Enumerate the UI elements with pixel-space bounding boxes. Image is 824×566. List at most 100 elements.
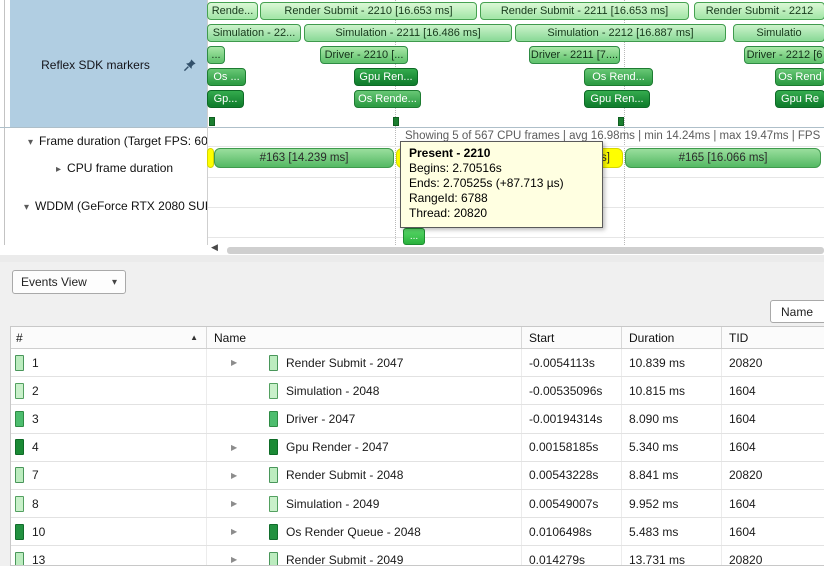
timeline-marker-bar[interactable]: Simulation - 2211 [16.486 ms] [304,24,512,42]
frame-tick-mark[interactable] [393,117,399,126]
column-header-num[interactable]: # ▲ [11,327,206,348]
frame-tick-mark[interactable] [618,117,624,126]
column-header-name[interactable]: Name [206,327,521,348]
timeline-marker-bar[interactable]: ... [207,46,225,64]
tid-value: 1604 [722,525,756,539]
tree-item-cpu-frame-duration[interactable]: ▸CPU frame duration [56,161,173,175]
timeline-marker-bar[interactable]: Render Submit - 2212 [694,2,824,20]
row-number: 4 [32,440,39,454]
timeline-marker-bar[interactable]: Simulation - 22... [207,24,301,42]
cell-duration: 8.841 ms [621,462,721,489]
start-value: 0.014279s [522,553,585,566]
timeline-marker-bar[interactable]: Driver - 2212 [6 [744,46,824,64]
profiler-window: Rende...Render Submit - 2210 [16.653 ms]… [0,0,824,566]
expander-icon[interactable]: ▶ [231,443,241,452]
timeline-marker-bar[interactable]: Simulatio [733,24,824,42]
cell-tid: 1604 [721,434,824,461]
row-number: 8 [32,497,39,511]
color-swatch [15,439,24,455]
cpu-frame-bar[interactable] [207,148,214,168]
timeline-row-tree: ▾Frame duration (Target FPS: 60 ▸CPU fra… [10,128,207,245]
cell-num: 3 [11,405,206,432]
timeline-marker-bar[interactable]: Render Submit - 2211 [16.653 ms] [480,2,689,20]
event-name: Os Render Queue - 2048 [286,525,421,539]
events-table: # ▲ Name Start Duration TID 1 ▶ Render Sub… [10,326,824,566]
splitter-band [0,255,824,262]
chevron-right-icon[interactable]: ▸ [56,164,61,175]
color-swatch [15,552,24,566]
timeline-marker-bar[interactable]: Rende... [207,2,258,20]
table-row[interactable]: 10▶Os Render Queue - 20480.0106498s5.483… [11,518,824,546]
cell-tid: 1604 [721,405,824,432]
events-view-label: Events View [21,275,87,289]
timeline-marker-bar[interactable]: Gp... [207,90,244,108]
column-header-duration[interactable]: Duration [621,327,721,348]
timeline-marker-bar[interactable]: Gpu Ren... [584,90,650,108]
timeline-marker-bar[interactable]: Os Rende... [354,90,421,108]
section-separator [0,127,824,128]
row-number: 1 [32,356,39,370]
cell-tid: 1604 [721,377,824,404]
cell-num: 13 [11,546,206,566]
events-table-body: 1 ▶ Render Submit - 2047 -0.0054113s 10.839 … [11,349,824,566]
cell-start: -0.00535096s [521,377,621,404]
expander-icon[interactable]: ▶ [231,499,241,508]
row-number: 7 [32,468,39,482]
expander-icon[interactable]: ▶ [231,555,241,564]
expander-icon[interactable]: ▶ [231,527,241,536]
timeline-marker-bar[interactable]: Simulation - 2212 [16.887 ms] [515,24,726,42]
start-value: 0.00543228s [522,468,598,482]
table-row[interactable]: 3▶Driver - 2047-0.00194314s8.090 ms1604 [11,405,824,433]
color-swatch [15,496,24,512]
table-row[interactable]: 13▶Render Submit - 20490.014279s13.731 m… [11,546,824,566]
table-row[interactable]: 4▶Gpu Render - 20470.00158185s5.340 ms16… [11,434,824,462]
timeline-marker-bar[interactable]: Os ... [207,68,246,86]
chevron-down-icon[interactable]: ▾ [24,202,29,213]
tid-value: 20820 [722,356,762,370]
pin-icon[interactable] [183,58,197,72]
tid-value: 1604 [722,440,756,454]
reflex-sdk-markers-row-header[interactable]: Reflex SDK markers [10,0,207,127]
frame-tick-mark[interactable] [209,117,215,126]
collapse-left-icon[interactable]: ◀ [211,242,218,253]
timeline-marker-bar[interactable]: Render Submit - 2210 [16.653 ms] [260,2,477,20]
start-value: -0.0054113s [522,356,595,370]
cpu-frame-bar[interactable]: #163 [14.239 ms] [214,148,394,168]
color-swatch [15,355,24,371]
tree-item-frame-duration[interactable]: ▾Frame duration (Target FPS: 60 [28,134,207,148]
expander-icon[interactable]: ▶ [231,358,241,367]
tid-value: 1604 [722,497,756,511]
cpu-frame-bar[interactable]: #165 [16.066 ms] [625,148,821,168]
timeline-marker-bar[interactable]: Gpu Re [775,90,824,108]
column-header-start[interactable]: Start [521,327,621,348]
cell-tid: 20820 [721,546,824,566]
horizontal-scrollbar[interactable] [227,247,824,254]
cell-duration: 10.815 ms [621,377,721,404]
table-row[interactable]: 7 ▶ Render Submit - 2048 0.00543228s 8.841 m… [11,462,824,490]
event-name: Render Submit - 2048 [286,468,403,482]
event-name: Render Submit - 2047 [286,356,403,370]
chevron-down-icon[interactable]: ▾ [28,137,33,148]
tid-value: 20820 [722,553,762,566]
color-swatch [15,524,24,540]
column-header-tid[interactable]: TID [721,327,824,348]
timeline-marker-bar[interactable]: Driver - 2210 [... [320,46,408,64]
wddm-event-box[interactable]: ... [403,228,425,245]
name-filter-box[interactable]: Name [770,300,824,323]
color-swatch [15,411,24,427]
timeline-marker-bar[interactable]: Driver - 2211 [7.... [529,46,620,64]
timeline-marker-bar[interactable]: Gpu Ren... [354,68,418,86]
timeline-marker-bar[interactable]: Os Rend [775,68,824,86]
expander-icon[interactable]: ▶ [231,471,241,480]
cell-name: ▶ Os Render Queue - 2048 [206,518,521,545]
cell-duration: 10.839 ms [621,349,721,376]
tree-item-wddm[interactable]: ▾WDDM (GeForce RTX 2080 SUP [24,199,207,213]
table-row[interactable]: 8▶Simulation - 20490.00549007s9.952 ms16… [11,490,824,518]
horizontal-splitter[interactable]: ◀ [0,245,824,262]
cell-tid: 20820 [721,349,824,376]
table-row[interactable]: 2▶Simulation - 2048-0.00535096s10.815 ms… [11,377,824,405]
events-view-dropdown[interactable]: Events View ▾ [12,270,126,294]
timeline-marker-bar[interactable]: Os Rend... [584,68,653,86]
table-row[interactable]: 1 ▶ Render Submit - 2047 -0.0054113s 10.839 … [11,349,824,377]
color-swatch [269,552,278,566]
